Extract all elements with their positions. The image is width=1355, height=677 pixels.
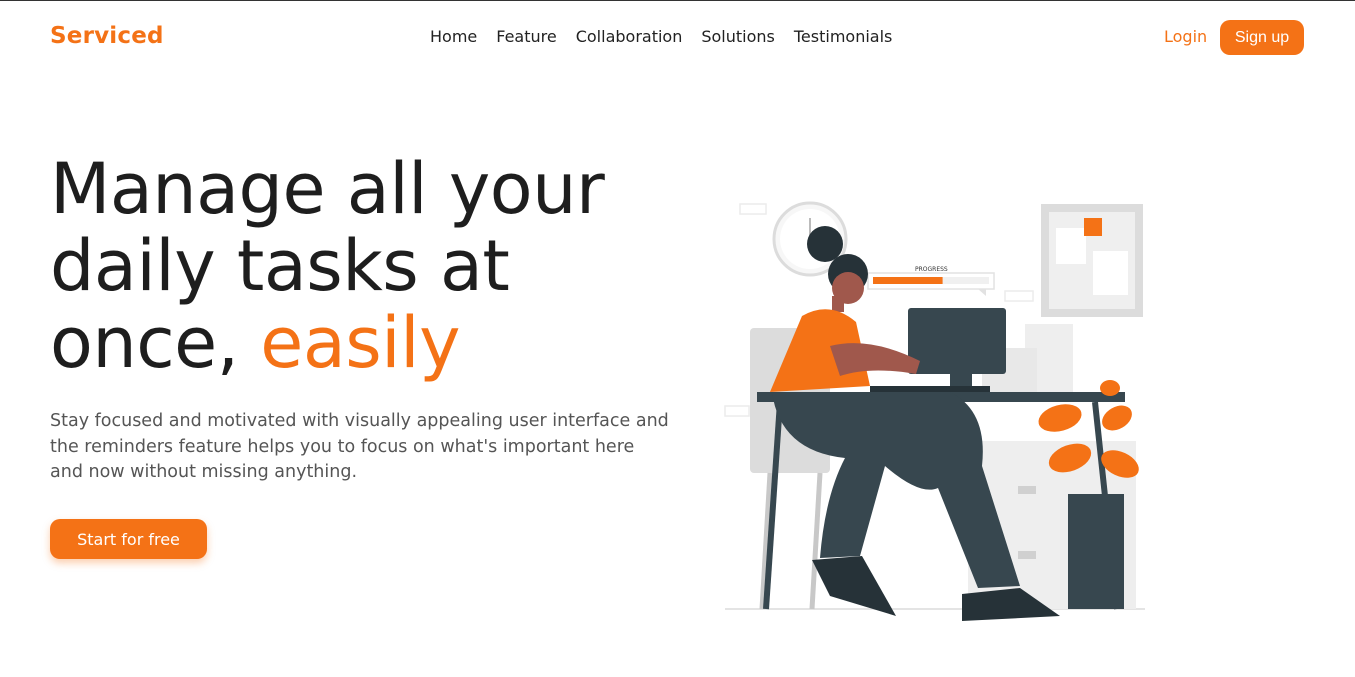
login-link[interactable]: Login <box>1164 27 1207 46</box>
progress-bubble: PROGRESS <box>867 266 995 296</box>
wall-shape <box>739 203 767 215</box>
hero-title: Manage all your daily tasks at once, eas… <box>50 151 650 382</box>
nav-item-testimonials[interactable]: Testimonials <box>794 27 893 46</box>
brand-logo[interactable]: Serviced <box>50 23 164 49</box>
bin-icon <box>1068 494 1124 609</box>
hero-subtitle: Stay focused and motivated with visually… <box>50 411 669 482</box>
nav-item-home[interactable]: Home <box>430 27 477 46</box>
hero-title-accent: easily <box>260 302 461 384</box>
top-navbar: Serviced Home Feature Collaboration Solu… <box>0 1 1355 75</box>
progress-label: PROGRESS <box>915 266 948 273</box>
signup-button[interactable]: Sign up <box>1220 20 1304 55</box>
nav-item-solutions[interactable]: Solutions <box>701 27 775 46</box>
pinboard-icon <box>1041 204 1143 317</box>
wall-shape <box>1004 290 1034 302</box>
nav-item-collaboration[interactable]: Collaboration <box>576 27 683 46</box>
hero-illustration: PROGRESS <box>724 201 1145 621</box>
wall-shape <box>724 405 750 417</box>
nav-item-feature[interactable]: Feature <box>496 27 556 46</box>
progress-bar-fill <box>873 277 943 284</box>
start-for-free-button[interactable]: Start for free <box>50 519 207 559</box>
main-menu: Home Feature Collaboration Solutions Tes… <box>430 27 892 46</box>
